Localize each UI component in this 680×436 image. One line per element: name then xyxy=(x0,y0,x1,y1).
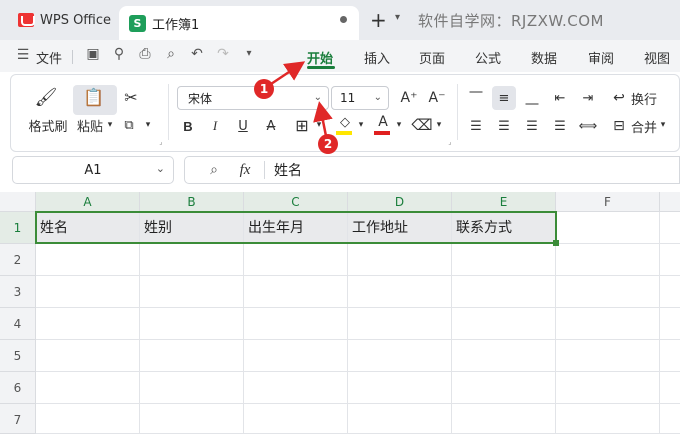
arrow-to-font-dropdown xyxy=(313,101,333,137)
arrow-to-home-tab xyxy=(270,61,306,86)
annotation-arrows xyxy=(270,61,333,137)
step-marker-2: 2 xyxy=(318,134,338,154)
step-marker-1: 1 xyxy=(254,79,274,99)
